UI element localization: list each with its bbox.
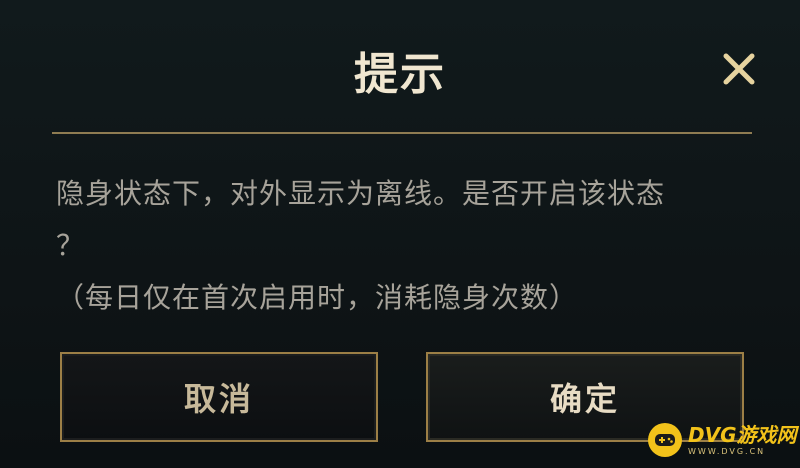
dialog-message: 隐身状态下，对外显示为离线。是否开启该状态 ？ （每日仅在首次启用时，消耗隐身次…: [56, 168, 756, 324]
close-icon-glyph: [723, 53, 755, 85]
title-divider: [52, 132, 752, 134]
dialog-title: 提示: [354, 49, 446, 100]
cancel-button[interactable]: 取消: [60, 352, 378, 442]
confirm-button-label: 确定: [549, 380, 620, 418]
message-line-1: 隐身状态下，对外显示为离线。是否开启该状态: [56, 177, 666, 210]
site-watermark: DVG游戏网 WWW.DVG.CN: [648, 416, 798, 464]
gamepad-icon: [648, 423, 682, 457]
message-line-2: ？: [56, 229, 86, 262]
watermark-domain: WWW.DVG.CN: [688, 446, 766, 456]
cancel-button-label: 取消: [183, 380, 254, 418]
watermark-brand: DVG游戏网: [688, 422, 797, 447]
message-line-3: （每日仅在首次启用时，消耗隐身次数）: [56, 281, 579, 314]
close-icon[interactable]: [716, 46, 762, 92]
confirm-dialog: 提示 隐身状态下，对外显示为离线。是否开启该状态 ？ （每日仅在首次启用时，消耗…: [0, 0, 800, 468]
